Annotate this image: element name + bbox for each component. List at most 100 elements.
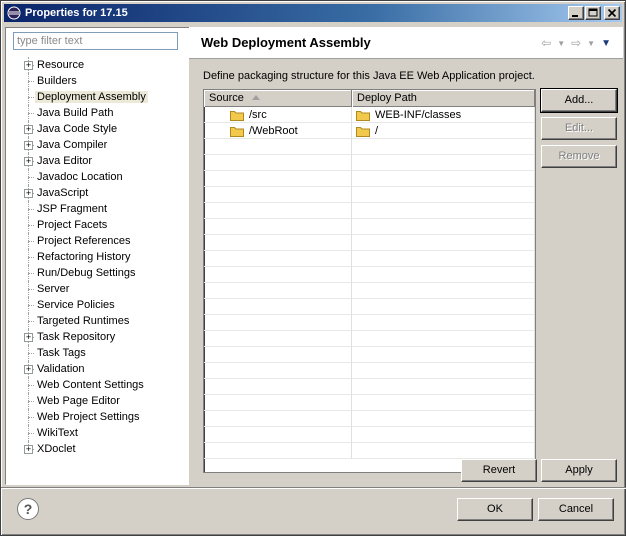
tree-item[interactable]: JSP Fragment — [6, 201, 188, 217]
tree-item[interactable]: Web Project Settings — [6, 409, 188, 425]
expand-icon[interactable]: + — [24, 189, 33, 198]
source-cell — [204, 363, 352, 379]
deploy-path-cell — [352, 267, 535, 283]
back-icon[interactable]: ⇦ — [541, 36, 551, 50]
table-row[interactable] — [204, 299, 535, 315]
table-row[interactable]: /WebRoot / — [204, 123, 535, 139]
table-row[interactable] — [204, 347, 535, 363]
table-row[interactable] — [204, 315, 535, 331]
table-row[interactable] — [204, 171, 535, 187]
tree-item[interactable]: Task Tags — [6, 345, 188, 361]
expand-icon[interactable]: + — [24, 157, 33, 166]
tree-item[interactable]: + Java Compiler — [6, 137, 188, 153]
tree-item[interactable]: Project References — [6, 233, 188, 249]
tree-item-label: Run/Debug Settings — [37, 267, 136, 279]
tree-item[interactable]: Java Build Path — [6, 105, 188, 121]
source-cell — [204, 251, 352, 267]
table-row[interactable] — [204, 267, 535, 283]
table-row[interactable] — [204, 363, 535, 379]
tree-item[interactable]: Run/Debug Settings — [6, 265, 188, 281]
table-row[interactable] — [204, 443, 535, 459]
page-header: Web Deployment Assembly ⇦ ▼ ⇨ ▼ ▼ — [189, 27, 623, 59]
ok-button[interactable]: OK — [457, 498, 533, 521]
table-row[interactable] — [204, 379, 535, 395]
tree-item[interactable]: Javadoc Location — [6, 169, 188, 185]
table-row[interactable] — [204, 411, 535, 427]
table-row[interactable] — [204, 187, 535, 203]
expand-icon[interactable]: + — [24, 333, 33, 342]
tree-item-label: JavaScript — [37, 187, 89, 199]
forward-dropdown-icon[interactable]: ▼ — [587, 39, 595, 48]
column-deploy-path[interactable]: Deploy Path — [352, 90, 535, 107]
tree-item[interactable]: Web Page Editor — [6, 393, 188, 409]
tree-connector — [28, 433, 34, 434]
tree-item[interactable]: WikiText — [6, 425, 188, 441]
table-row[interactable] — [204, 395, 535, 411]
deploy-path-cell — [352, 347, 535, 363]
tree-item[interactable]: + Java Code Style — [6, 121, 188, 137]
close-button[interactable] — [604, 6, 620, 20]
title-bar[interactable]: Properties for 17.15 — [4, 4, 622, 22]
tree-item[interactable]: Builders — [6, 73, 188, 89]
tree-item[interactable]: Targeted Runtimes — [6, 313, 188, 329]
maximize-icon — [588, 8, 598, 17]
source-cell — [204, 267, 352, 283]
table-row[interactable] — [204, 203, 535, 219]
tree-item-label: Task Repository — [37, 331, 116, 343]
table-row[interactable] — [204, 155, 535, 171]
tree-item[interactable]: + Task Repository — [6, 329, 188, 345]
filter-input[interactable] — [13, 32, 178, 50]
history-nav: ⇦ ▼ ⇨ ▼ ▼ — [535, 36, 611, 50]
help-icon[interactable]: ? — [17, 498, 39, 520]
deploy-path-cell — [352, 171, 535, 187]
tree-item[interactable]: Refactoring History — [6, 249, 188, 265]
expand-icon[interactable]: + — [24, 125, 33, 134]
table-row[interactable]: /src WEB-INF/classes — [204, 107, 535, 123]
column-deploy-path-label: Deploy Path — [357, 92, 417, 104]
tree-item[interactable]: + Validation — [6, 361, 188, 377]
tree-connector — [28, 241, 34, 242]
tree-item[interactable]: Server — [6, 281, 188, 297]
maximize-button[interactable] — [585, 6, 601, 20]
revert-button[interactable]: Revert — [461, 459, 537, 482]
tree-item[interactable]: + XDoclet — [6, 441, 188, 457]
category-panel: + Resource Builders Deployment Assembly Java… — [5, 27, 189, 485]
table-row[interactable] — [204, 331, 535, 347]
tree-item[interactable]: Deployment Assembly — [6, 89, 188, 105]
expand-icon[interactable]: + — [24, 141, 33, 150]
deploy-path-cell: / — [352, 123, 535, 139]
table-row[interactable] — [204, 139, 535, 155]
minimize-button[interactable] — [568, 6, 584, 20]
column-source[interactable]: Source — [204, 90, 352, 107]
deploy-path-cell — [352, 395, 535, 411]
expand-icon[interactable]: + — [24, 61, 33, 70]
table-row[interactable] — [204, 283, 535, 299]
cancel-button[interactable]: Cancel — [538, 498, 614, 521]
forward-icon[interactable]: ⇨ — [571, 36, 581, 50]
source-cell — [204, 171, 352, 187]
table-row[interactable] — [204, 235, 535, 251]
tree-item[interactable]: Project Facets — [6, 217, 188, 233]
table-row[interactable] — [204, 427, 535, 443]
tree-item[interactable]: Service Policies — [6, 297, 188, 313]
tree-connector — [28, 209, 34, 210]
table-row[interactable] — [204, 219, 535, 235]
table-row[interactable] — [204, 251, 535, 267]
remove-button[interactable]: Remove — [541, 145, 617, 168]
back-dropdown-icon[interactable]: ▼ — [557, 39, 565, 48]
assembly-table[interactable]: Source Deploy Path /src WEB-INF/classes/W… — [203, 89, 536, 473]
tree-item[interactable]: + JavaScript — [6, 185, 188, 201]
add-button[interactable]: Add... — [540, 88, 618, 113]
tree-item-label: Java Build Path — [37, 107, 114, 119]
expand-icon[interactable]: + — [24, 445, 33, 454]
edit-button[interactable]: Edit... — [541, 117, 617, 140]
tree-connector — [28, 177, 34, 178]
tree-item[interactable]: + Java Editor — [6, 153, 188, 169]
tree-item[interactable]: Web Content Settings — [6, 377, 188, 393]
folder-icon — [230, 110, 249, 121]
expand-icon[interactable]: + — [24, 365, 33, 374]
tree-item-label: WikiText — [37, 427, 78, 439]
apply-button[interactable]: Apply — [541, 459, 617, 482]
tree-item[interactable]: + Resource — [6, 57, 188, 73]
view-menu-icon[interactable]: ▼ — [601, 38, 611, 49]
